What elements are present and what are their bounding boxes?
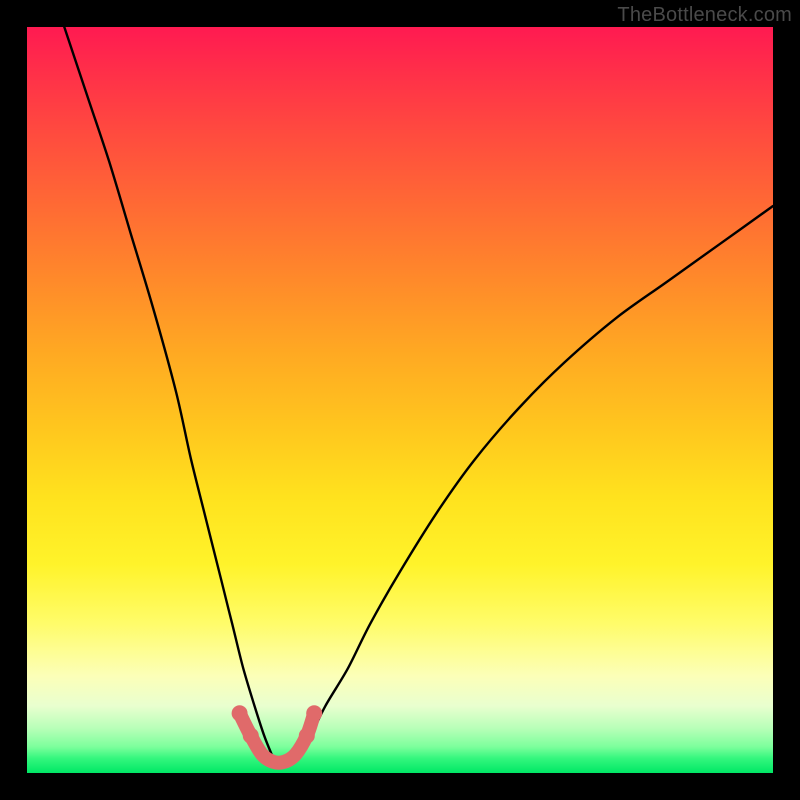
plot-area: [27, 27, 773, 773]
highlight-dot: [232, 705, 248, 721]
watermark-text: TheBottleneck.com: [617, 4, 792, 27]
curve-layer: [27, 27, 773, 773]
highlight-dot: [243, 728, 259, 744]
left-curve: [64, 27, 273, 758]
highlight-dot: [299, 728, 315, 744]
chart-frame: TheBottleneck.com: [0, 0, 800, 800]
highlight-dot: [306, 705, 322, 721]
right-curve: [296, 206, 773, 758]
